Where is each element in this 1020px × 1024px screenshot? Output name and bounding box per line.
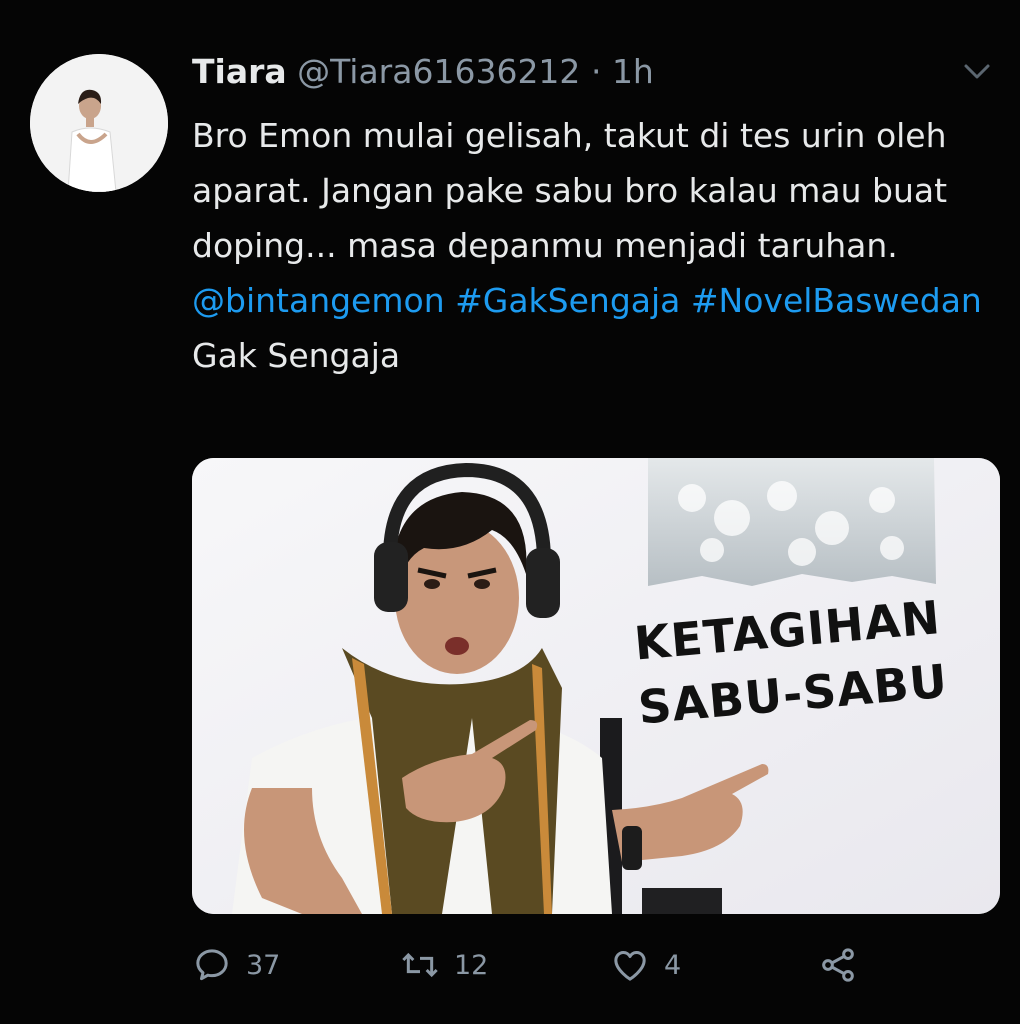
retweet-button[interactable]: 12 [400,940,488,990]
hashtag-link[interactable]: #NovelBaswedan [691,281,982,320]
share-button[interactable] [818,940,872,990]
user-handle[interactable]: @Tiara61636212 [297,52,580,91]
like-button[interactable]: 4 [610,940,681,990]
avatar[interactable] [30,54,168,192]
retweet-icon [402,952,438,978]
separator: · [590,52,602,91]
timestamp[interactable]: 1h [612,52,654,91]
action-bar: 37 12 4 [192,940,892,990]
tweet-text: Bro Emon mulai gelisah, takut di tes uri… [192,108,992,383]
tweet-body: Bro Emon mulai gelisah, takut di tes uri… [192,116,948,265]
like-count: 4 [664,949,682,981]
chevron-down-icon[interactable] [960,58,994,86]
tweet-header: Tiara @Tiara61636212 · 1h [192,50,654,94]
share-icon [822,948,854,982]
media-caption: KETAGIHAN SABU-SABU [630,585,950,740]
reply-count: 37 [246,949,281,981]
retweet-count: 12 [454,949,489,981]
display-name[interactable]: Tiara [192,52,287,91]
tweet-body-end: Gak Sengaja [192,336,401,375]
mention-link[interactable]: @bintangemon [192,281,445,320]
reply-button[interactable]: 37 [192,940,280,990]
like-icon [614,951,646,981]
hashtag-link[interactable]: #GakSengaja [455,281,680,320]
tweet: Tiara @Tiara61636212 · 1h Bro Emon mulai… [0,0,1020,1024]
reply-icon [196,949,228,981]
